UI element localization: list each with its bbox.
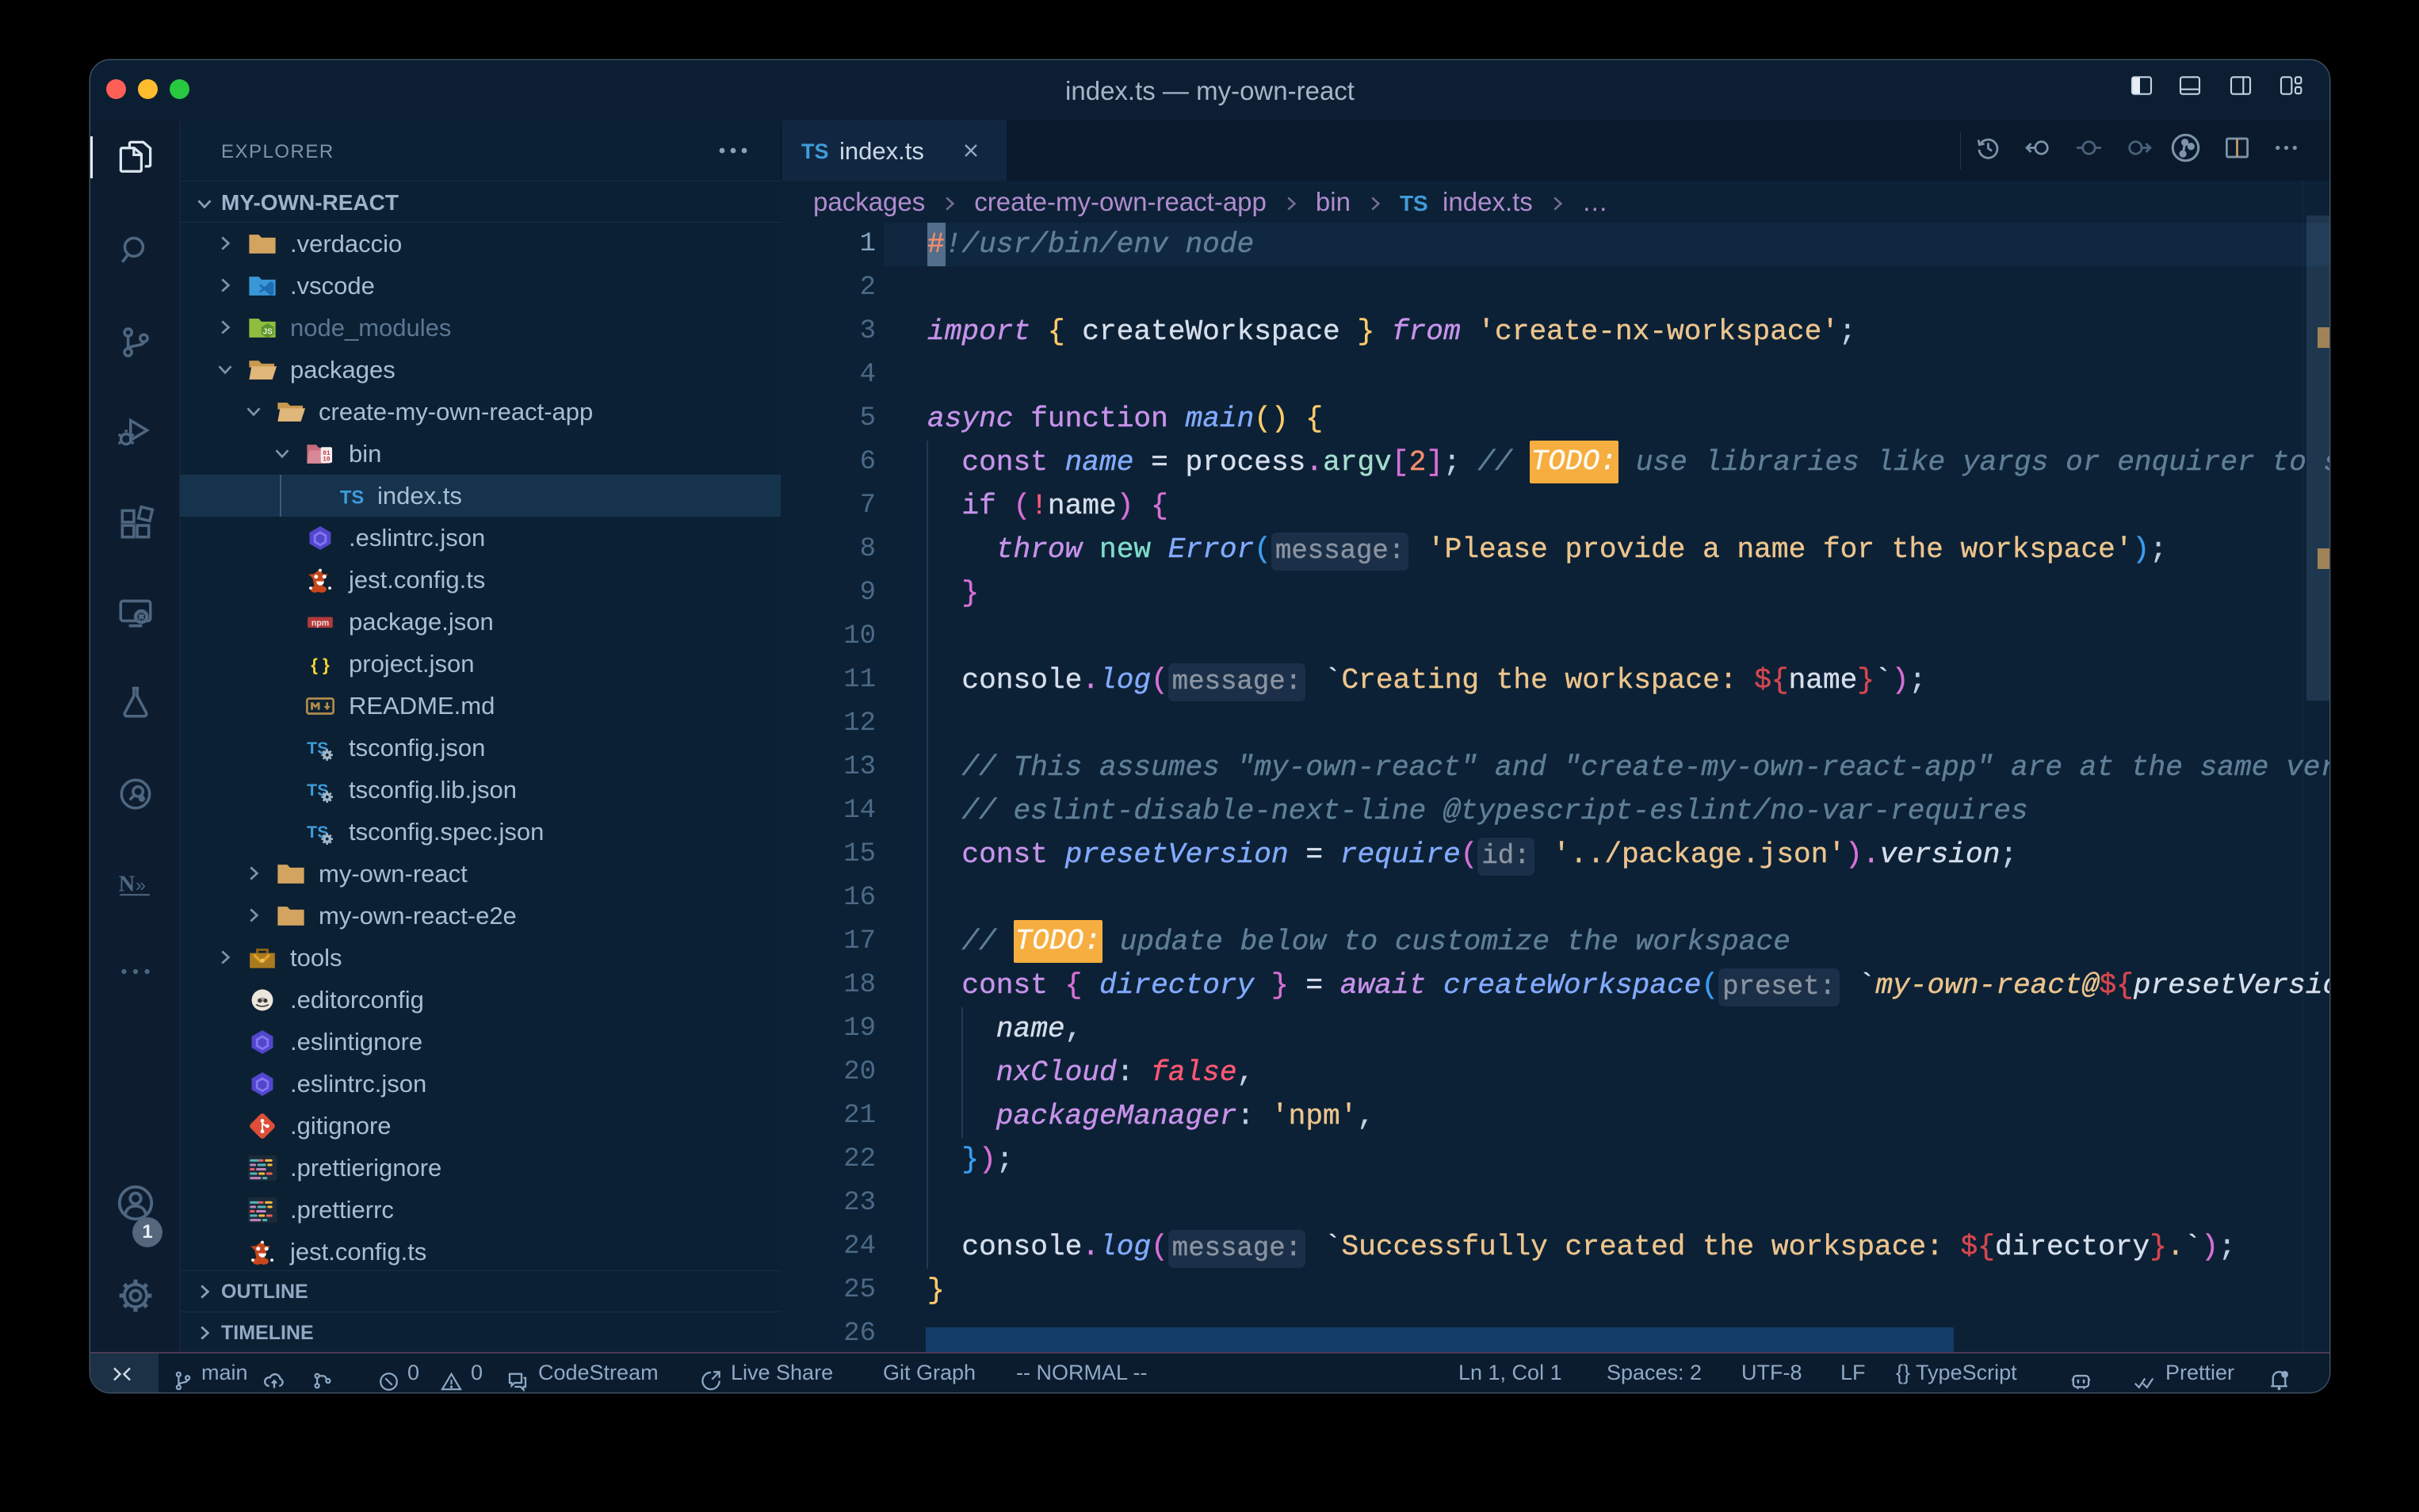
svg-text:npm: npm: [311, 618, 329, 628]
svg-text:N: N: [118, 872, 135, 897]
svg-text:{ }: { }: [311, 655, 330, 675]
svg-text:10: 10: [323, 456, 331, 464]
svg-text:TS: TS: [340, 487, 364, 509]
svg-text:»: »: [136, 875, 146, 895]
svg-text:JS: JS: [262, 328, 273, 337]
